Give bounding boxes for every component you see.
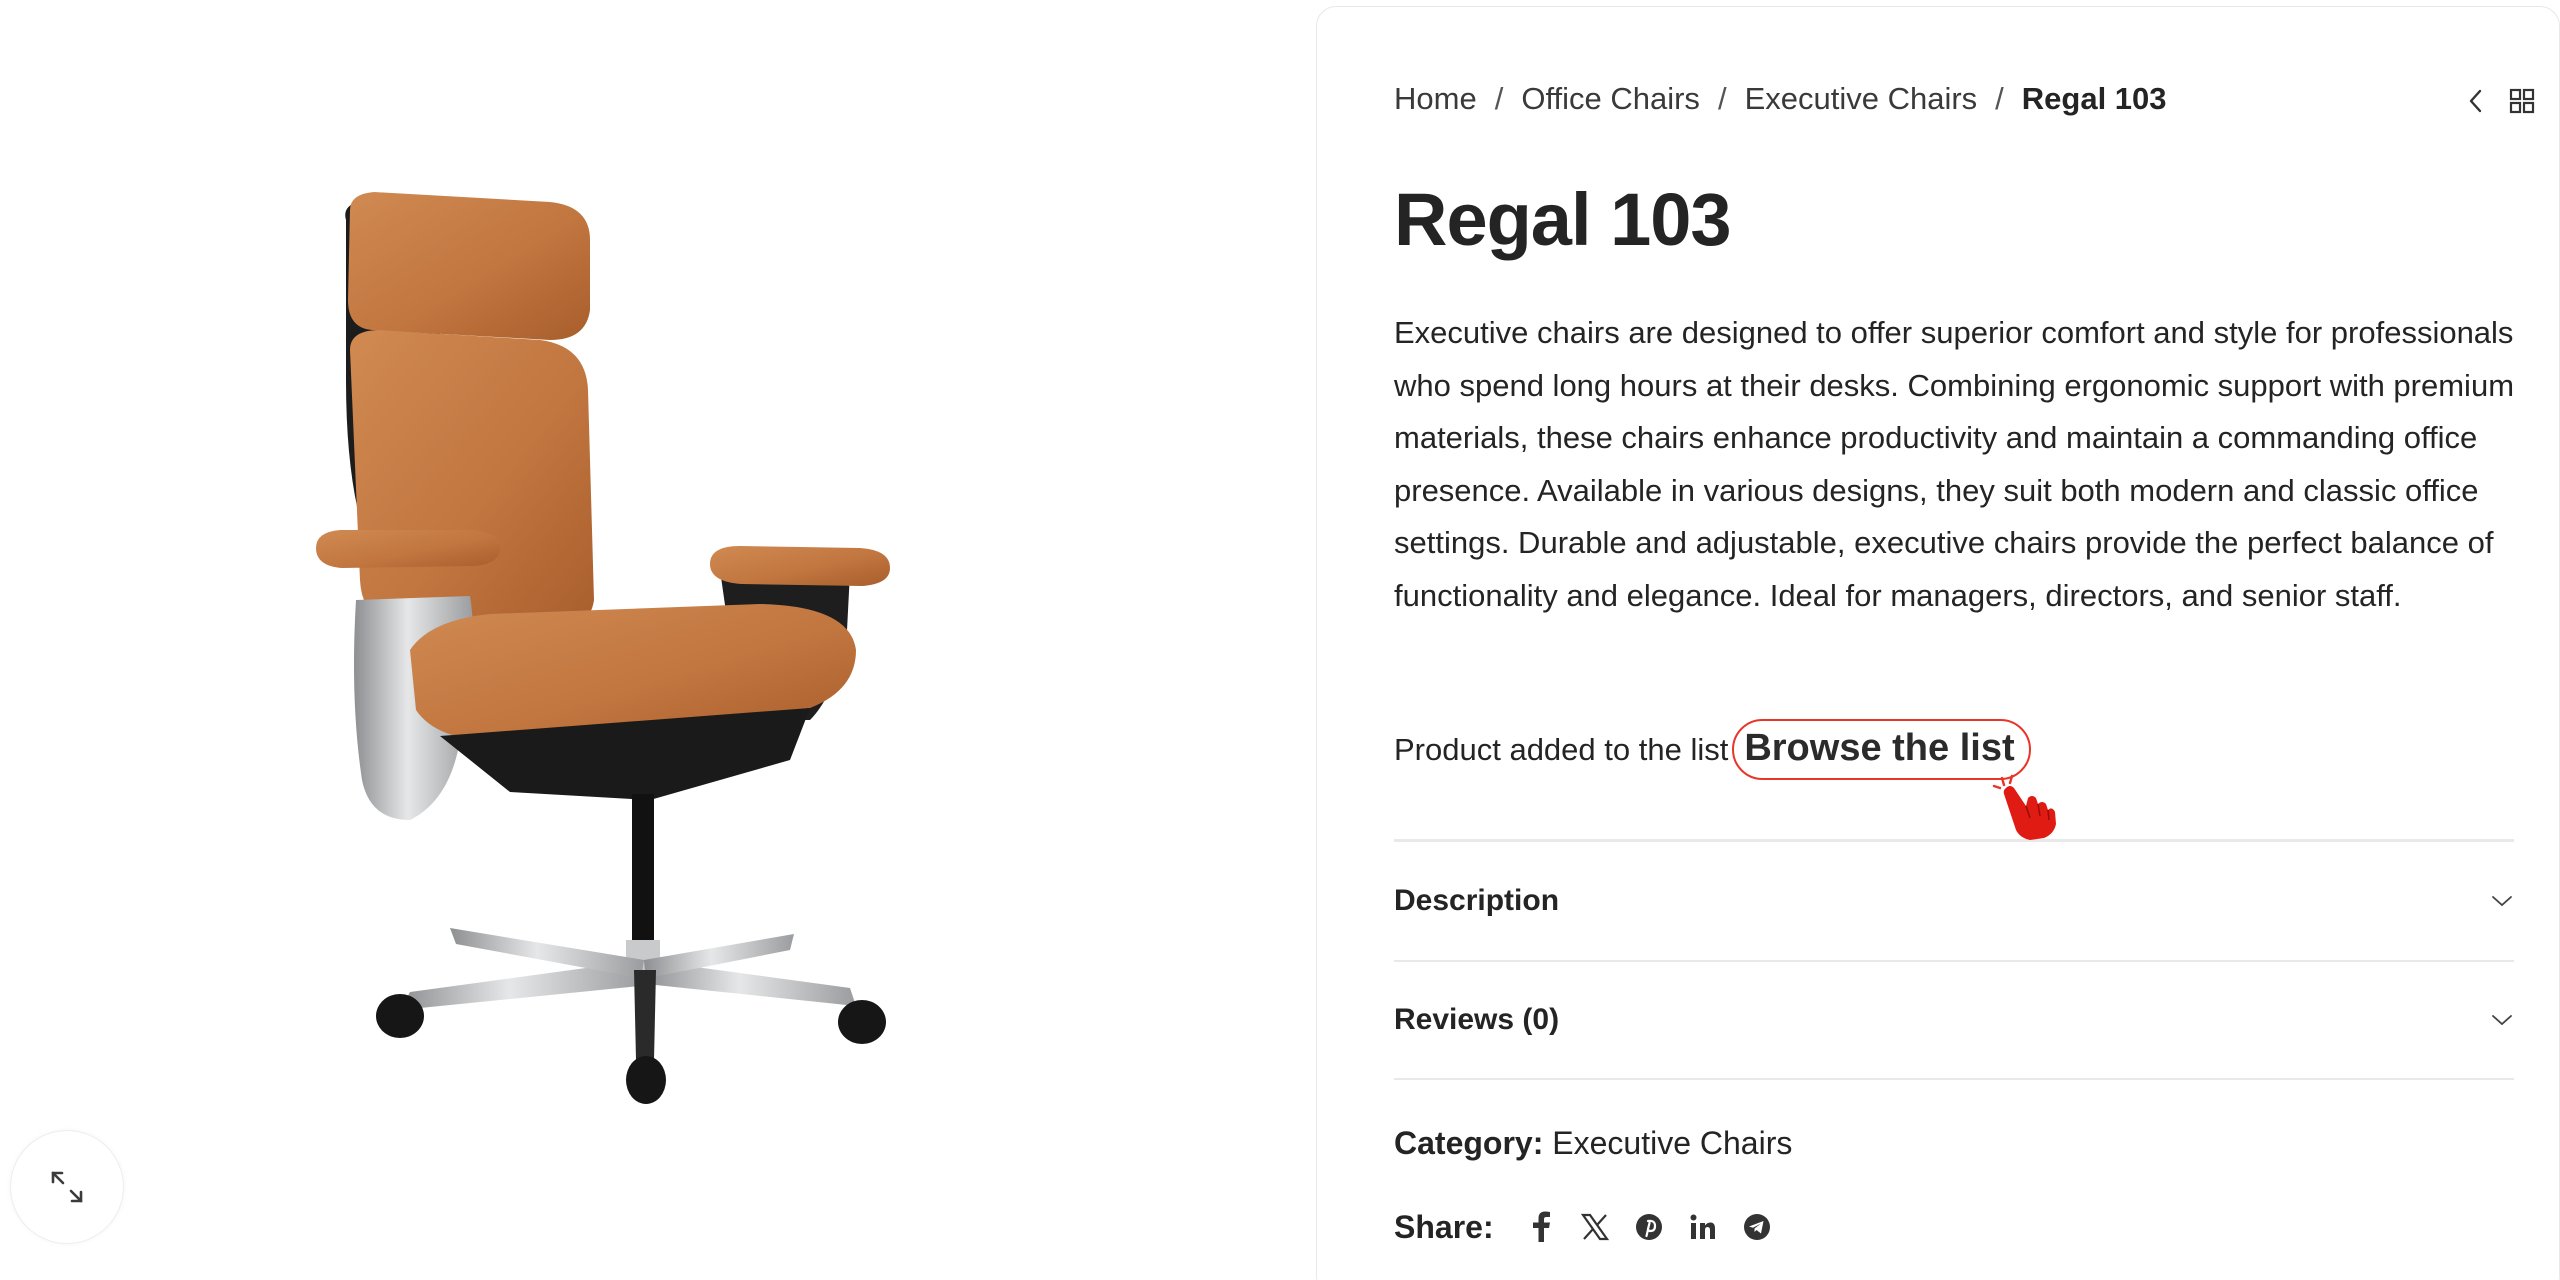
back-to-products-button[interactable]	[2508, 87, 2536, 115]
browse-wishlist-link[interactable]: Browse the list	[1732, 719, 2031, 780]
breadcrumb-separator: /	[1995, 81, 2004, 116]
chair-illustration	[316, 192, 890, 1104]
product-short-description: Executive chairs are designed to offer s…	[1394, 315, 2515, 613]
accordion-divider	[1394, 1078, 2514, 1080]
tab-reviews-label: Reviews (0)	[1394, 1003, 1560, 1036]
linkedin-icon	[1690, 1214, 1715, 1239]
product-category: Category: Executive Chairs	[1394, 1125, 1792, 1162]
telegram-icon	[1743, 1214, 1770, 1240]
share-facebook-button[interactable]	[1514, 1205, 1568, 1249]
breadcrumb-office-chairs[interactable]: Office Chairs	[1521, 81, 1700, 117]
chevron-down-icon	[2492, 1015, 2512, 1026]
product-image[interactable]	[290, 180, 930, 1120]
breadcrumb-separator: /	[1494, 81, 1504, 116]
share-telegram-button[interactable]	[1730, 1205, 1784, 1249]
breadcrumb-separator: /	[1717, 81, 1727, 116]
prev-product-button[interactable]	[2466, 87, 2486, 115]
breadcrumb-current: Regal 103	[2021, 81, 2167, 116]
tab-description[interactable]: Description	[1394, 842, 2514, 960]
zoom-button[interactable]	[10, 1130, 124, 1244]
share-label: Share:	[1394, 1208, 1494, 1245]
product-tabs-accordion: Description Reviews (0)	[1394, 839, 2514, 1080]
category-link[interactable]: Executive Chairs	[1552, 1125, 1792, 1161]
wishlist-added-text: Product added to the list	[1394, 731, 1729, 767]
product-summary: Home / Office Chairs / Executive Chairs …	[1316, 6, 2560, 1280]
x-icon	[1580, 1213, 1609, 1241]
tab-description-label: Description	[1394, 884, 1560, 917]
share-pinterest-button[interactable]	[1622, 1205, 1676, 1249]
pointer-hand-icon	[1990, 772, 2060, 847]
category-label: Category:	[1394, 1125, 1544, 1161]
breadcrumb-home[interactable]: Home	[1394, 81, 1477, 117]
expand-icon	[51, 1171, 83, 1203]
tab-reviews[interactable]: Reviews (0)	[1394, 960, 2514, 1078]
share-linkedin-button[interactable]	[1676, 1205, 1730, 1249]
product-navigation	[2466, 87, 2560, 115]
share-x-button[interactable]	[1568, 1205, 1622, 1249]
breadcrumb-executive-chairs[interactable]: Executive Chairs	[1745, 81, 1978, 117]
chevron-down-icon	[2492, 896, 2512, 907]
product-gallery	[0, 0, 1316, 1280]
pinterest-icon	[1635, 1214, 1662, 1240]
chevron-left-icon	[2469, 89, 2482, 113]
product-title: Regal 103	[1394, 178, 1732, 261]
breadcrumb: Home / Office Chairs / Executive Chairs …	[1394, 81, 2167, 117]
share-row: Share:	[1394, 1205, 1784, 1249]
facebook-icon	[1532, 1211, 1550, 1242]
wishlist-notice: Product added to the list Browse the lis…	[1394, 719, 2031, 780]
grid-icon	[2509, 88, 2535, 114]
